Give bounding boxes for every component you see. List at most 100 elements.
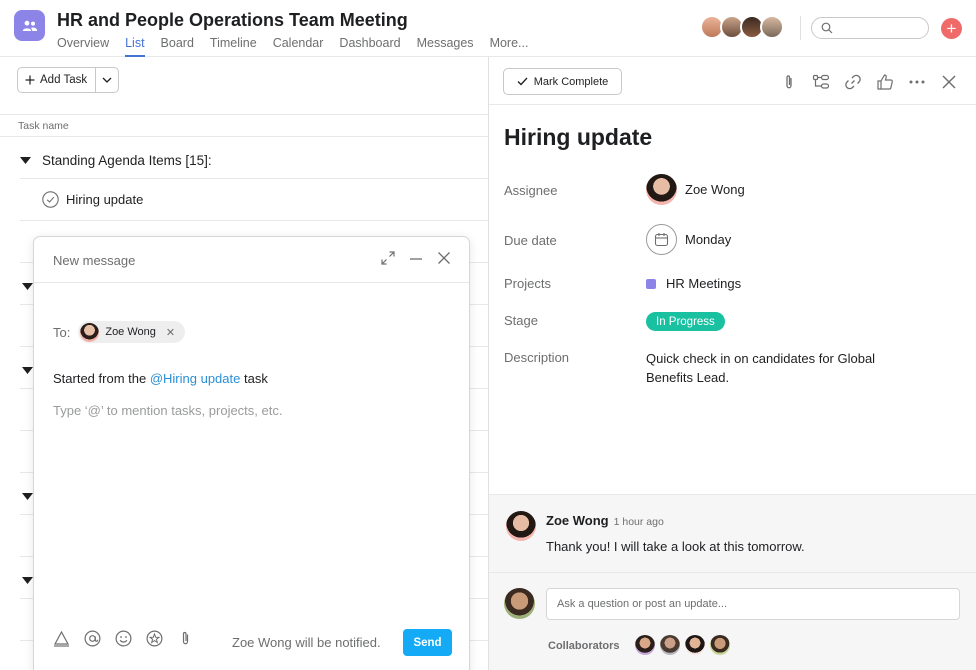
stage-field[interactable]: In Progress [646, 312, 725, 331]
project-tabs: Overview List Board Timeline Calendar Da… [57, 36, 544, 57]
minimize-icon[interactable] [409, 251, 423, 265]
avatar[interactable] [685, 635, 705, 655]
caret-down-icon[interactable] [22, 577, 33, 584]
due-date-label: Due date [504, 233, 557, 248]
like-icon[interactable] [876, 73, 894, 91]
recipients-row: To: Zoe Wong ✕ [53, 321, 186, 343]
recipient-chip[interactable]: Zoe Wong ✕ [78, 321, 186, 343]
caret-down-icon[interactable] [22, 283, 33, 290]
description-text[interactable]: Quick check in on candidates for Global … [646, 349, 916, 387]
search-input[interactable] [811, 17, 929, 39]
task-row[interactable]: Hiring update [20, 179, 488, 221]
chevron-down-icon [102, 77, 112, 83]
comment-text: Thank you! I will take a look at this to… [546, 539, 805, 554]
close-icon[interactable] [940, 73, 958, 91]
composer-toolbar [53, 630, 194, 647]
checkmark-icon [517, 77, 528, 86]
composer-divider [34, 282, 469, 283]
tab-list[interactable]: List [125, 36, 145, 57]
close-icon[interactable] [437, 251, 451, 265]
section-label: Standing Agenda Items [15]: [42, 152, 212, 168]
task-mention-link[interactable]: @Hiring update [150, 371, 241, 386]
detail-toolbar-divider [489, 104, 976, 105]
comment-author: Zoe Wong 1 hour ago [546, 513, 664, 528]
mark-complete-button[interactable]: Mark Complete [503, 68, 622, 95]
tab-more[interactable]: More... [490, 36, 529, 57]
tab-calendar[interactable]: Calendar [273, 36, 324, 57]
section-row[interactable]: Standing Agenda Items [15]: [20, 142, 488, 179]
message-body[interactable]: Started from the @Hiring update task [53, 371, 268, 386]
comment-time: 1 hour ago [613, 516, 664, 528]
task-actions [780, 73, 958, 91]
attachment-icon[interactable] [177, 630, 194, 647]
add-task-dropdown[interactable] [96, 68, 118, 92]
column-header-task-name[interactable]: Task name [18, 120, 69, 132]
due-date-value: Monday [685, 232, 732, 247]
avatar [506, 511, 536, 541]
collaborators-label: Collaborators [548, 640, 620, 652]
recipient-name: Zoe Wong [105, 326, 156, 338]
caret-down-icon[interactable] [22, 493, 33, 500]
notified-text: Zoe Wong will be notified. [232, 635, 381, 650]
send-button[interactable]: Send [403, 629, 452, 656]
projects-label: Projects [504, 276, 551, 291]
add-task-label: Add Task [40, 74, 88, 86]
quick-add-button[interactable]: + [941, 18, 962, 39]
project-icon [14, 10, 45, 41]
tab-messages[interactable]: Messages [417, 36, 474, 57]
emoji-icon[interactable] [115, 630, 132, 647]
message-placeholder[interactable]: Type ‘@’ to mention tasks, projects, etc… [53, 403, 282, 418]
project-title: HR and People Operations Team Meeting [57, 10, 408, 30]
to-label: To: [53, 324, 71, 340]
avatar[interactable] [660, 635, 680, 655]
avatar[interactable] [710, 635, 730, 655]
assignee-label: Assignee [504, 183, 558, 198]
toolbar-divider [0, 114, 488, 115]
avatar[interactable] [635, 635, 655, 655]
avatar [504, 588, 535, 619]
project-name: HR Meetings [666, 276, 742, 291]
tab-dashboard[interactable]: Dashboard [339, 36, 400, 57]
assignee-name: Zoe Wong [685, 182, 745, 197]
tab-overview[interactable]: Overview [57, 36, 109, 57]
top-bar: HR and People Operations Team Meeting Ov… [0, 0, 976, 57]
member-avatars[interactable] [700, 15, 784, 39]
column-header-divider [0, 136, 488, 137]
mention-icon[interactable] [84, 630, 101, 647]
task-title[interactable]: Hiring update [504, 124, 652, 151]
stage-badge[interactable]: In Progress [646, 312, 725, 331]
comment-input[interactable]: Ask a question or post an update... [546, 588, 960, 620]
link-icon[interactable] [844, 73, 862, 91]
body-suffix: task [240, 371, 268, 386]
expand-icon[interactable] [381, 251, 395, 265]
avatar [646, 174, 677, 205]
project-color-swatch [646, 278, 656, 289]
projects-field[interactable]: HR Meetings [646, 276, 741, 291]
comment-author-name[interactable]: Zoe Wong [546, 513, 609, 528]
add-task-main[interactable]: Add Task [18, 68, 97, 92]
search-icon [821, 22, 833, 34]
avatar[interactable] [760, 15, 784, 39]
subtask-icon[interactable] [812, 73, 830, 91]
task-name[interactable]: Hiring update [66, 192, 143, 207]
avatar [80, 322, 100, 342]
caret-down-icon[interactable] [20, 156, 31, 164]
composer-controls [381, 251, 451, 265]
check-circle-icon[interactable] [42, 191, 59, 208]
caret-down-icon[interactable] [22, 367, 33, 374]
text-format-icon[interactable] [53, 630, 70, 647]
composer-title: New message [53, 253, 136, 268]
assignee-field[interactable]: Zoe Wong [646, 174, 745, 205]
star-badge-icon[interactable] [146, 630, 163, 647]
header-divider [800, 16, 801, 40]
add-task-button[interactable]: Add Task [17, 67, 120, 93]
collaborator-avatars[interactable] [635, 635, 730, 655]
mark-complete-label: Mark Complete [533, 75, 609, 88]
remove-recipient-icon[interactable]: ✕ [166, 326, 175, 339]
body-prefix: Started from the [53, 371, 150, 386]
due-date-field[interactable]: Monday [646, 224, 731, 255]
tab-timeline[interactable]: Timeline [210, 36, 257, 57]
more-icon[interactable] [908, 73, 926, 91]
tab-board[interactable]: Board [161, 36, 194, 57]
attachment-icon[interactable] [780, 73, 798, 91]
